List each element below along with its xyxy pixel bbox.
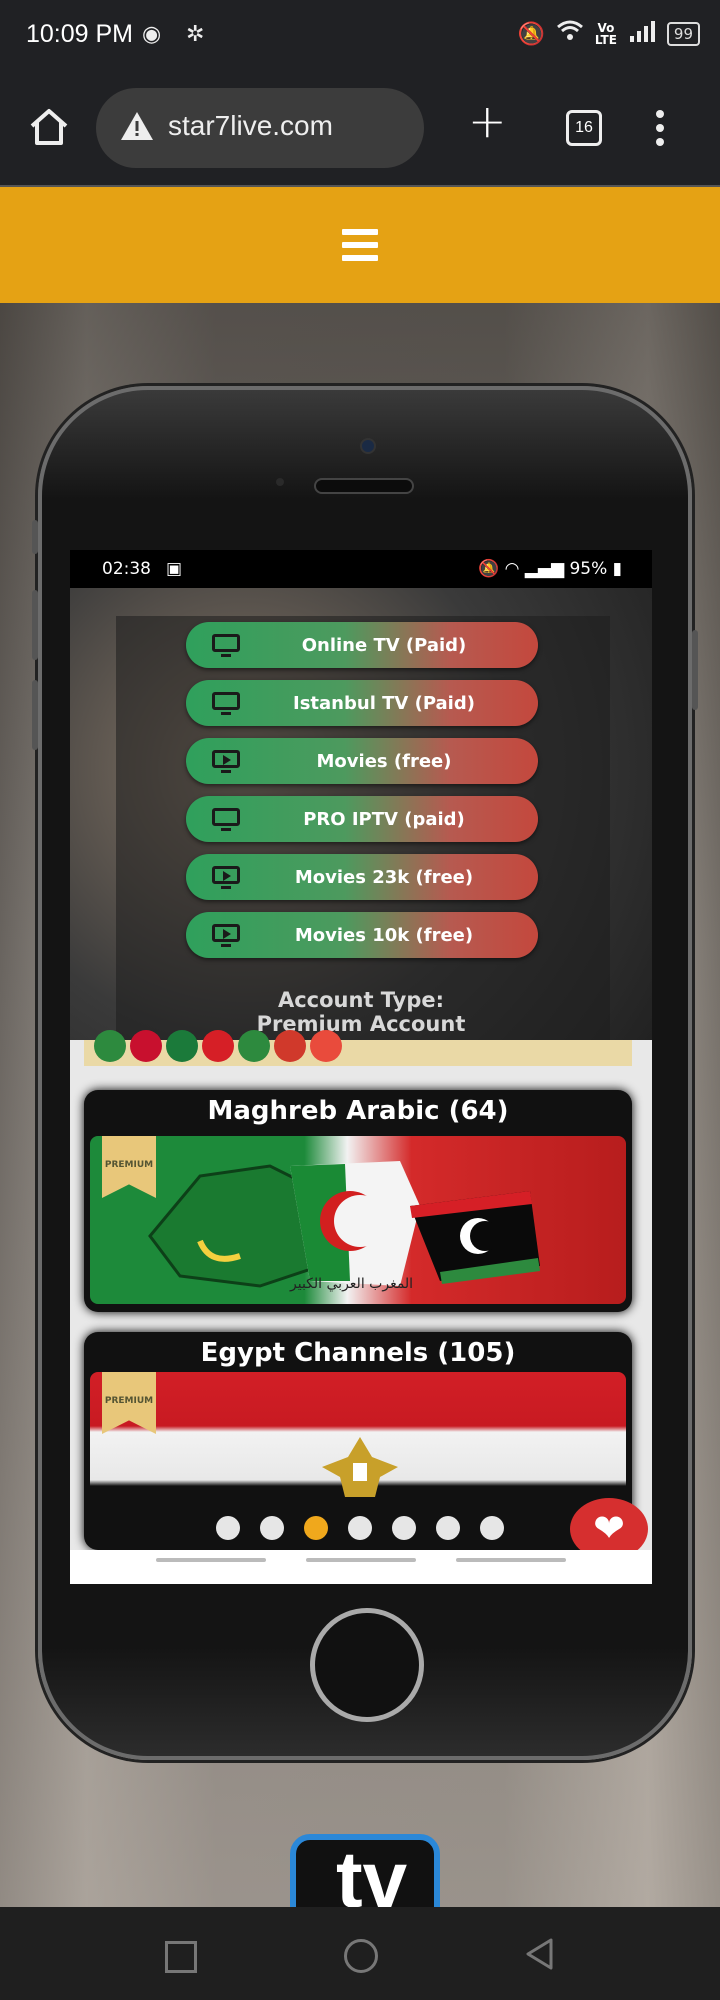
tab-switcher-button[interactable]: 16	[566, 110, 602, 146]
mute-notification-icon: 🔕	[517, 21, 545, 47]
flag-icon	[274, 1030, 306, 1062]
phone-volume-down	[32, 680, 38, 750]
app-menu-panel: Online TV (Paid) Istanbul TV (Paid) Movi…	[116, 616, 610, 1040]
proximity-sensor	[276, 478, 284, 486]
maghreb-map-illustration	[148, 1161, 540, 1288]
mockup-screen: 02:38 ▣ 🔕 ◠ ▂▄▆ 95% ▮ Online TV (Paid) I…	[70, 550, 652, 1584]
menu-item-label: Movies 10k (free)	[294, 925, 474, 946]
menu-movies-button[interactable]: Movies (free)	[186, 738, 538, 784]
play-icon	[212, 924, 240, 947]
menu-item-label: Movies (free)	[316, 751, 452, 772]
map-caption: المغرب العربي الكبير	[290, 1276, 414, 1292]
flags-strip	[84, 1030, 632, 1066]
channel-card-maghreb[interactable]: Maghreb Arabic (64) PREMIUM المغرب العرب…	[84, 1090, 632, 1312]
status-icons: 🔕 Vo LTE 99	[517, 20, 700, 48]
site-header	[0, 185, 720, 305]
mockup-screen-footer	[70, 1550, 652, 1584]
sync-icon: ✲	[186, 22, 205, 47]
carousel-dot[interactable]	[480, 1516, 504, 1540]
status-time: 10:09 PM	[26, 20, 134, 48]
phone-volume-up	[32, 590, 38, 660]
url-text[interactable]: star7live.com	[168, 110, 333, 142]
maghreb-flag-image: PREMIUM المغرب العربي الكبير	[90, 1136, 626, 1304]
wifi-icon	[556, 20, 583, 48]
home-icon[interactable]	[28, 106, 70, 148]
tv-icon	[212, 808, 240, 831]
battery-icon: 99	[666, 22, 700, 46]
carousel-dot[interactable]	[348, 1516, 372, 1540]
browser-toolbar: star7live.com + 16	[0, 72, 720, 185]
carousel-dot[interactable]	[436, 1516, 460, 1540]
flag-icon	[166, 1030, 198, 1062]
menu-item-label: Online TV (Paid)	[301, 635, 467, 656]
signal-icon	[629, 20, 655, 48]
menu-movies-23k-button[interactable]: Movies 23k (free)	[186, 854, 538, 900]
account-type-value: Premium Account	[256, 1012, 466, 1036]
eagle-emblem-icon	[322, 1437, 398, 1497]
recent-apps-icon[interactable]	[165, 1941, 197, 1973]
hamburger-menu-icon[interactable]	[342, 229, 378, 268]
new-tab-icon[interactable]: +	[468, 98, 507, 144]
tv-icon	[212, 692, 240, 715]
status-bar: 10:09 PM ◉ ✲ 🔕 Vo LTE 99	[0, 0, 720, 72]
menu-istanbul-tv-button[interactable]: Istanbul TV (Paid)	[186, 680, 538, 726]
card-title: Egypt Channels (105)	[200, 1338, 516, 1368]
play-icon	[212, 750, 240, 773]
mockup-status-icons: 🔕 ◠ ▂▄▆ 95% ▮	[478, 559, 622, 579]
premium-badge: PREMIUM	[102, 1372, 156, 1434]
home-nav-icon[interactable]	[344, 1939, 378, 1973]
app-menu-area: Online TV (Paid) Istanbul TV (Paid) Movi…	[70, 588, 652, 1040]
carousel-dot[interactable]	[260, 1516, 284, 1540]
card-title: Maghreb Arabic (64)	[207, 1096, 509, 1126]
menu-online-tv-button[interactable]: Online TV (Paid)	[186, 622, 538, 668]
back-icon[interactable]	[524, 1937, 554, 1975]
front-camera	[360, 438, 376, 454]
menu-movies-10k-button[interactable]: Movies 10k (free)	[186, 912, 538, 958]
flag-icon	[202, 1030, 234, 1062]
flag-icon	[94, 1030, 126, 1062]
egypt-flag-image: PREMIUM	[90, 1372, 626, 1522]
jazz-icon: ◉	[142, 22, 162, 47]
carousel-dot-active[interactable]	[304, 1516, 328, 1540]
mockup-status-bar: 02:38 ▣ 🔕 ◠ ▂▄▆ 95% ▮	[70, 550, 652, 588]
navigation-bar	[0, 1907, 720, 2000]
heart-icon: ❤	[593, 1506, 625, 1550]
play-icon	[212, 866, 240, 889]
mockup-status-battery: 95%	[569, 559, 608, 579]
carousel-dot[interactable]	[216, 1516, 240, 1540]
tv-icon	[212, 634, 240, 657]
warning-icon[interactable]	[120, 110, 154, 146]
mockup-status-time: 02:38	[102, 559, 151, 579]
earpiece-speaker	[314, 478, 414, 494]
more-options-icon[interactable]	[656, 110, 666, 152]
menu-item-label: Movies 23k (free)	[294, 867, 474, 888]
menu-pro-iptv-button[interactable]: PRO IPTV (paid)	[186, 796, 538, 842]
menu-item-label: PRO IPTV (paid)	[303, 809, 465, 830]
phone-power-button	[692, 630, 698, 710]
phone-home-button	[310, 1608, 424, 1722]
flag-icon	[310, 1030, 342, 1062]
account-type-label: Account Type:	[277, 988, 445, 1012]
volte-icon: Vo LTE	[594, 21, 617, 47]
flag-icon	[238, 1030, 270, 1062]
image-icon: ▣	[166, 559, 183, 579]
menu-item-label: Istanbul TV (Paid)	[293, 693, 475, 714]
carousel-dot[interactable]	[392, 1516, 416, 1540]
address-bar[interactable]: star7live.com	[96, 88, 424, 168]
flag-icon	[130, 1030, 162, 1062]
phone-side-button	[32, 520, 38, 554]
